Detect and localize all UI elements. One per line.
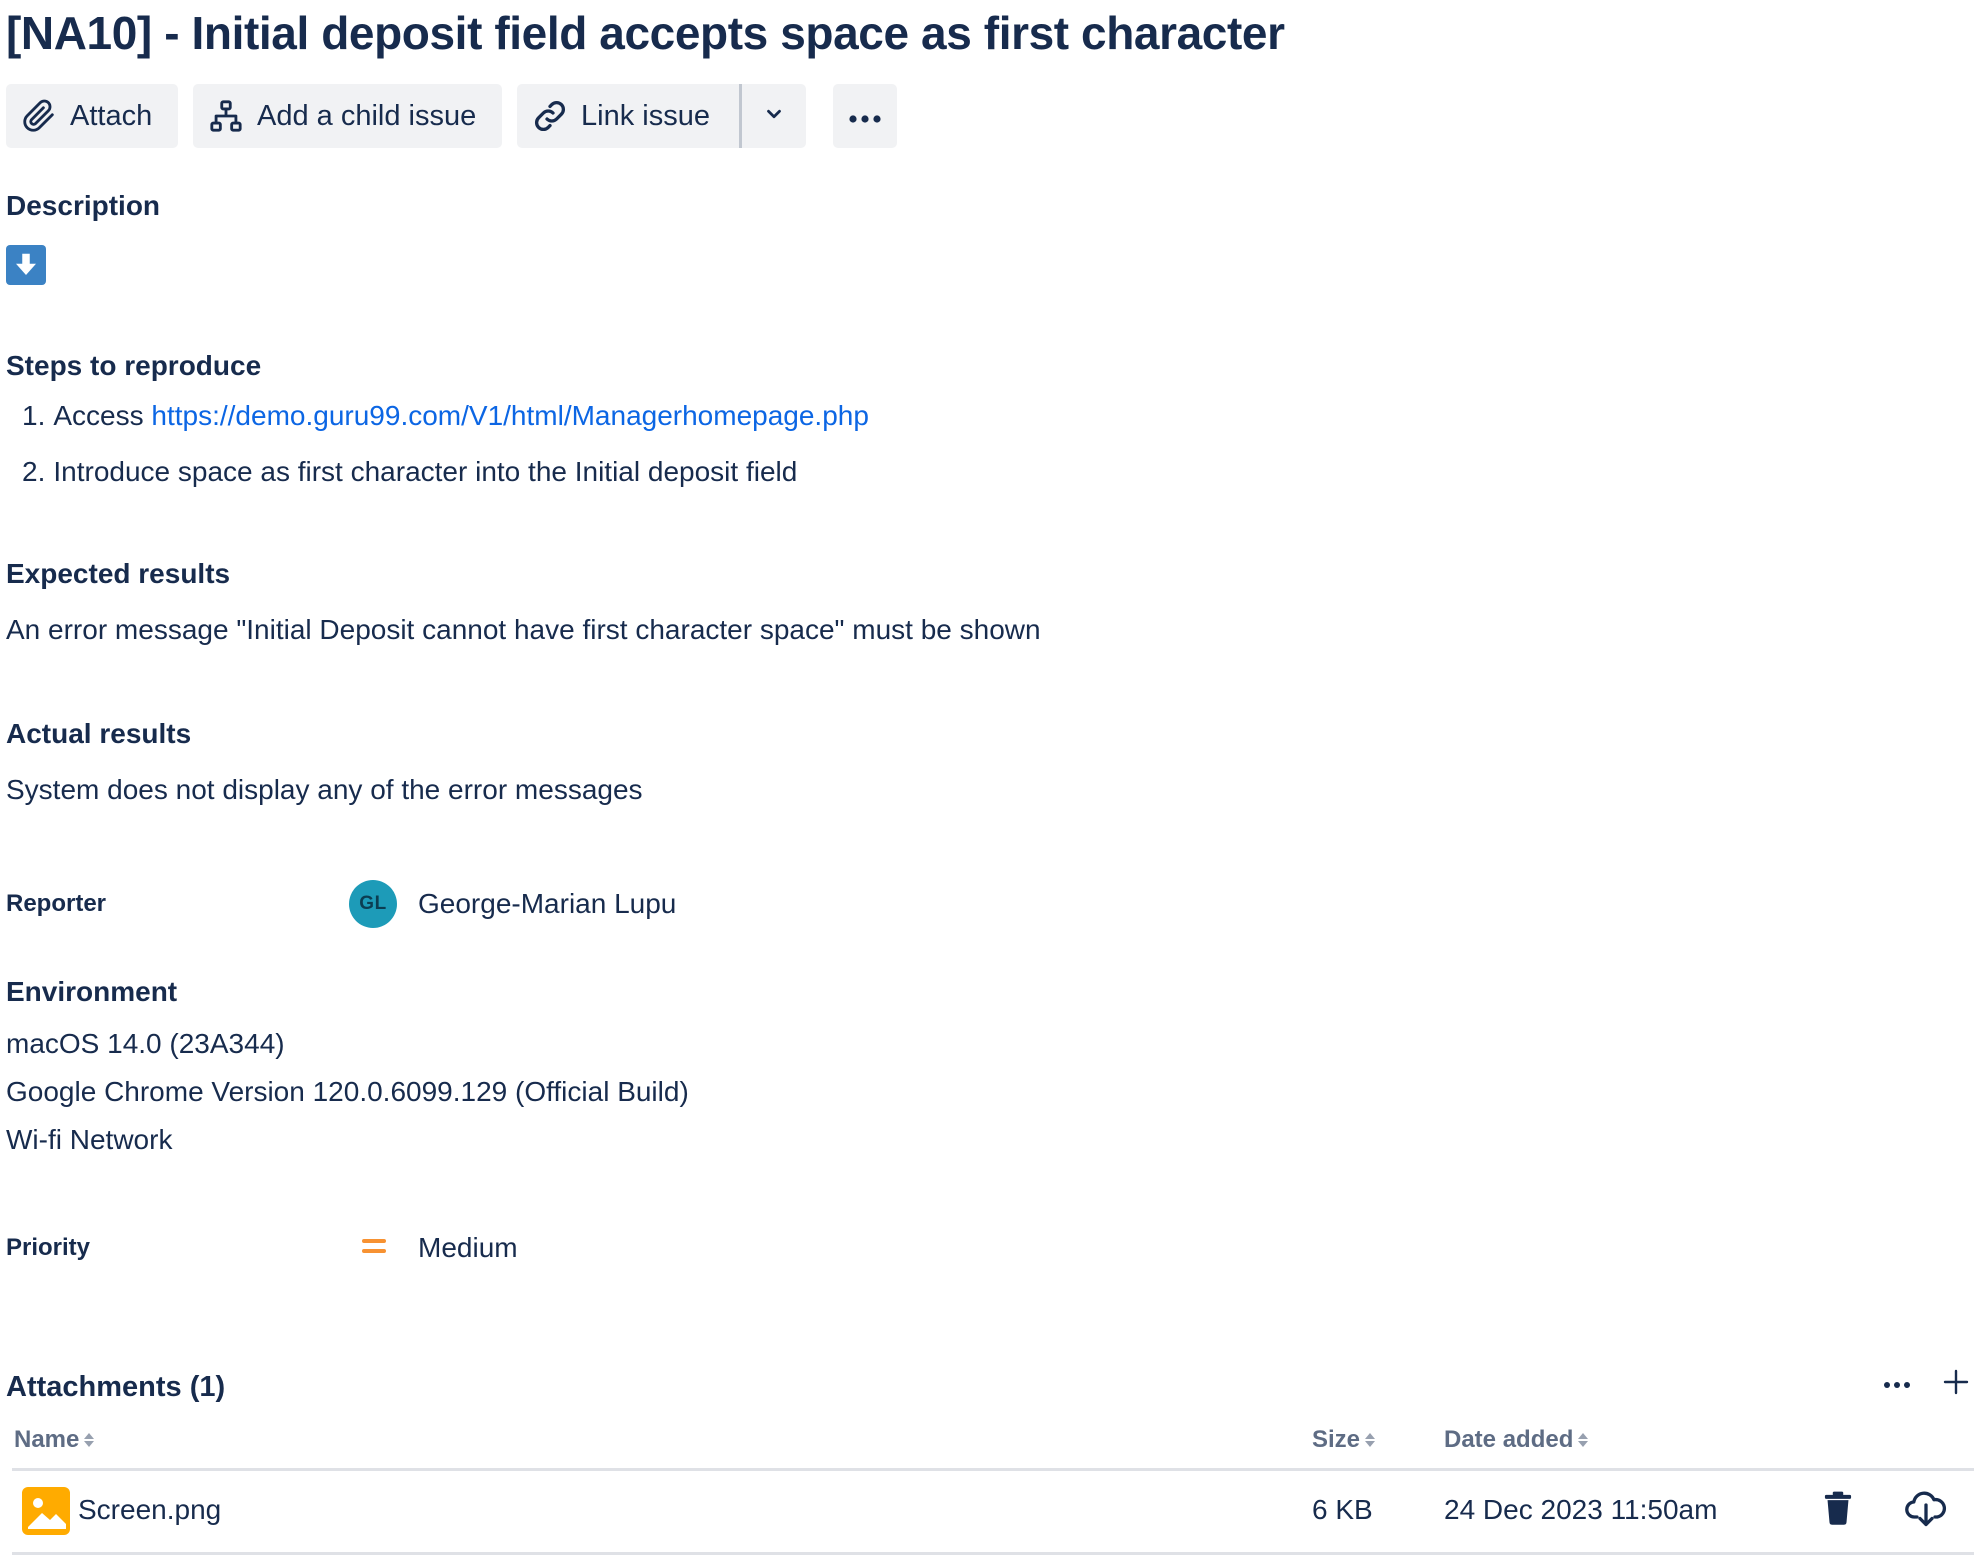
more-actions-button[interactable] [833, 84, 897, 148]
description-heading: Description [6, 190, 161, 221]
image-file-icon [22, 1487, 70, 1535]
column-header-name[interactable]: Name [14, 1424, 95, 1456]
actual-results-text: System does not display any of the error… [6, 774, 643, 805]
add-attachment-button[interactable] [1938, 1366, 1974, 1402]
environment-line: Wi-fi Network [6, 1124, 173, 1155]
link-issue-label: Link issue [581, 99, 710, 132]
expected-results-text: An error message "Initial Deposit cannot… [6, 614, 1041, 645]
sort-icon [1578, 1432, 1589, 1448]
column-header-label: Name [14, 1426, 80, 1453]
reporter-label: Reporter [6, 890, 107, 917]
table-divider [12, 1468, 1974, 1471]
issue-view: [NA10] - Initial deposit field accepts s… [0, 0, 1984, 1566]
attachment-size: 6 KB [1312, 1494, 1373, 1525]
environment-line: macOS 14.0 (23A344) [6, 1028, 285, 1059]
list-item: 1. Access https://demo.guru99.com/V1/html… [22, 398, 869, 454]
step-number: 1. [22, 400, 46, 431]
link-icon [531, 97, 569, 135]
column-header-date-added[interactable]: Date added [1444, 1424, 1589, 1456]
hierarchy-icon [207, 97, 245, 135]
add-child-issue-label: Add a child issue [257, 99, 477, 132]
link-issue-dropdown-button[interactable] [742, 84, 806, 148]
trash-icon [1822, 1491, 1854, 1530]
download-attachment-button[interactable] [1905, 1488, 1947, 1533]
attachment-name[interactable]: Screen.png [78, 1492, 221, 1528]
step-number: 2. [22, 456, 46, 487]
plus-icon [1942, 1368, 1970, 1401]
avatar[interactable]: GL [349, 880, 397, 928]
attachments-more-button[interactable] [1880, 1368, 1914, 1402]
environment-line: Google Chrome Version 120.0.6099.129 (Of… [6, 1076, 689, 1107]
expected-results-heading: Expected results [6, 558, 231, 589]
sort-icon [1365, 1432, 1376, 1448]
attachments-heading: Attachments (1) [6, 1371, 226, 1403]
list-item: 2. Introduce space as first character int… [22, 454, 869, 510]
issue-title[interactable]: [NA10] - Initial deposit field accepts s… [6, 2, 1285, 64]
delete-attachment-button[interactable] [1818, 1490, 1858, 1530]
avatar-initials: GL [359, 893, 387, 914]
step-link[interactable]: https://demo.guru99.com/V1/html/Managerh… [151, 400, 869, 431]
priority-value[interactable]: Medium [418, 1230, 518, 1266]
arrow-down-emoji-icon [6, 245, 46, 285]
attach-button[interactable]: Attach [6, 84, 178, 148]
step-text: Introduce space as first character into … [53, 456, 798, 487]
cloud-download-icon [1905, 1488, 1947, 1533]
attach-label: Attach [70, 99, 153, 132]
column-header-label: Size [1312, 1426, 1361, 1453]
priority-medium-icon [362, 1237, 388, 1257]
column-header-size[interactable]: Size [1312, 1424, 1376, 1456]
environment-heading: Environment [6, 976, 178, 1007]
attachment-date: 24 Dec 2023 11:50am [1444, 1494, 1718, 1525]
chevron-down-icon [763, 100, 785, 133]
step-prefix: Access [53, 400, 152, 431]
steps-list: 1. Access https://demo.guru99.com/V1/html… [22, 398, 869, 510]
reporter-name[interactable]: George-Marian Lupu [418, 886, 676, 922]
link-issue-button[interactable]: Link issue [517, 84, 740, 148]
priority-label: Priority [6, 1234, 91, 1261]
sort-icon [84, 1432, 95, 1448]
more-horizontal-icon [845, 100, 885, 133]
column-header-label: Date added [1444, 1426, 1574, 1453]
more-horizontal-icon [1883, 1376, 1911, 1394]
table-divider [12, 1552, 1974, 1555]
actual-results-heading: Actual results [6, 718, 192, 749]
add-child-issue-button[interactable]: Add a child issue [193, 84, 502, 148]
steps-heading: Steps to reproduce [6, 350, 262, 381]
paperclip-icon [20, 97, 58, 135]
